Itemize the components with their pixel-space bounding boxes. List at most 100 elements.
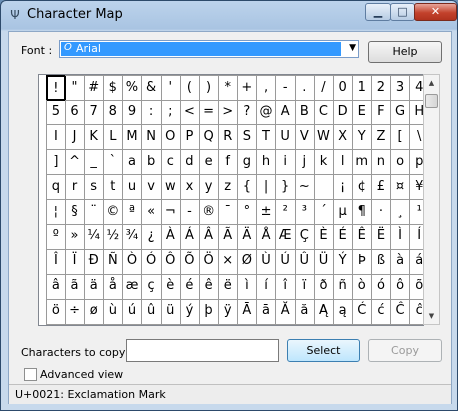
character-cell[interactable]: ® (199, 199, 219, 225)
character-cell[interactable]: m (352, 149, 373, 176)
character-cell[interactable]: ! (46, 75, 66, 101)
character-cell[interactable]: Ć (352, 299, 373, 325)
character-cell[interactable]: ą (333, 299, 353, 325)
character-cell[interactable]: Ë (371, 224, 392, 250)
character-cell[interactable]: Ö (199, 249, 219, 275)
character-cell[interactable]: ü (160, 299, 181, 325)
character-cell[interactable]: â (46, 274, 66, 300)
character-cell[interactable]: % (122, 75, 143, 101)
character-cell[interactable]: c (160, 149, 181, 176)
character-cell[interactable]: / (314, 75, 334, 101)
character-cell[interactable]: = (199, 99, 219, 126)
character-cell[interactable]: ć (371, 299, 392, 325)
character-cell[interactable]: 7 (84, 99, 105, 126)
character-cell[interactable]: ä (84, 274, 105, 300)
character-cell[interactable]: Ó (141, 249, 162, 275)
character-cell[interactable]: J (65, 124, 85, 151)
character-cell[interactable]: Ñ (103, 249, 124, 275)
character-cell[interactable]: N (141, 124, 162, 151)
character-cell[interactable]: V (294, 124, 315, 151)
character-cell[interactable]: ³ (294, 199, 315, 225)
character-cell[interactable]: þ (199, 299, 219, 325)
character-cell[interactable]: Ê (352, 224, 373, 250)
character-cell[interactable]: $ (103, 75, 124, 101)
character-cell[interactable]: ê (199, 274, 219, 300)
character-cell[interactable]: º (46, 224, 66, 250)
character-cell[interactable]: y (199, 174, 219, 201)
advanced-view-checkbox[interactable] (24, 368, 37, 381)
character-cell[interactable]: ; (160, 99, 181, 126)
character-cell[interactable]: ± (256, 199, 277, 225)
character-cell[interactable]: - (275, 75, 296, 101)
character-cell[interactable]: W (314, 124, 334, 151)
character-cell[interactable]: x (180, 174, 200, 201)
character-cell[interactable]: î (275, 274, 296, 300)
character-cell[interactable]: Î (46, 249, 66, 275)
character-cell[interactable]: ø (84, 299, 105, 325)
character-cell[interactable]: Ø (237, 249, 258, 275)
character-cell[interactable]: © (103, 199, 124, 225)
close-button[interactable]: ✕ (414, 3, 457, 21)
character-cell[interactable]: " (65, 75, 85, 101)
character-cell[interactable]: É (333, 224, 353, 250)
character-cell[interactable]: Ă (275, 299, 296, 325)
character-cell[interactable]: ¨ (84, 199, 105, 225)
character-cell[interactable]: 5 (46, 99, 66, 126)
character-cell[interactable]: ù (103, 299, 124, 325)
character-cell[interactable]: s (84, 174, 105, 201)
character-cell[interactable]: Ò (122, 249, 143, 275)
character-cell[interactable]: ¶ (352, 199, 373, 225)
character-cell[interactable]: ] (46, 149, 66, 176)
character-cell[interactable]: Õ (180, 249, 200, 275)
grid-vertical-scrollbar[interactable]: ▲ ▼ (423, 74, 440, 325)
character-cell[interactable]: ò (352, 274, 373, 300)
character-cell[interactable]: > (218, 99, 239, 126)
character-cell[interactable]: Ã (218, 224, 239, 250)
character-cell[interactable]: 8 (103, 99, 124, 126)
character-cell[interactable]: æ (122, 274, 143, 300)
character-cell[interactable]: Þ (352, 249, 373, 275)
character-cell[interactable]: § (65, 199, 85, 225)
character-cell[interactable]: 3 (390, 75, 411, 101)
character-cell[interactable]: × (218, 249, 239, 275)
character-cell[interactable]: ª (122, 199, 143, 225)
character-cell[interactable]: ¿ (141, 224, 162, 250)
character-cell[interactable]: ý (180, 299, 200, 325)
character-cell[interactable]: Û (294, 249, 315, 275)
character-cell[interactable]: ā (256, 299, 277, 325)
character-cell[interactable]: w (160, 174, 181, 201)
character-cell[interactable]: ã (65, 274, 85, 300)
character-cell[interactable]: Ì (390, 224, 411, 250)
character-cell[interactable]: Ô (160, 249, 181, 275)
character-cell[interactable]: S (237, 124, 258, 151)
character-cell[interactable]: ½ (103, 224, 124, 250)
character-cell[interactable]: D (333, 99, 353, 126)
character-cell[interactable]: ì (237, 274, 258, 300)
character-cell[interactable]: Z (371, 124, 392, 151)
scroll-down-arrow-icon[interactable]: ▼ (424, 308, 439, 324)
character-cell[interactable]: [ (390, 124, 411, 151)
character-cell[interactable]: P (180, 124, 200, 151)
help-button[interactable]: Help (368, 41, 442, 63)
character-cell[interactable]: z (218, 174, 239, 201)
character-cell[interactable]: ë (218, 274, 239, 300)
title-bar[interactable]: Ψ Character Map ▁ □ ✕ (1, 1, 457, 29)
character-cell[interactable]: 2 (371, 75, 392, 101)
character-cell[interactable]: « (141, 199, 162, 225)
character-cell[interactable]: · (371, 199, 392, 225)
character-cell[interactable]: . (294, 75, 315, 101)
character-cell[interactable]: * (218, 75, 239, 101)
copy-button[interactable]: Copy (368, 339, 442, 362)
character-cell[interactable]: Â (199, 224, 219, 250)
character-cell[interactable]: Ą (314, 299, 334, 325)
character-cell[interactable]: E (352, 99, 373, 126)
character-cell[interactable]: ( (180, 75, 200, 101)
character-cell[interactable]: ÷ (65, 299, 85, 325)
character-cell[interactable]: v (141, 174, 162, 201)
character-cell[interactable]: Ù (256, 249, 277, 275)
scrollbar-thumb[interactable] (425, 94, 438, 108)
character-cell[interactable]: + (237, 75, 258, 101)
character-cell[interactable]: 1 (352, 75, 373, 101)
maximize-button[interactable]: □ (390, 3, 415, 21)
character-cell[interactable]: û (141, 299, 162, 325)
